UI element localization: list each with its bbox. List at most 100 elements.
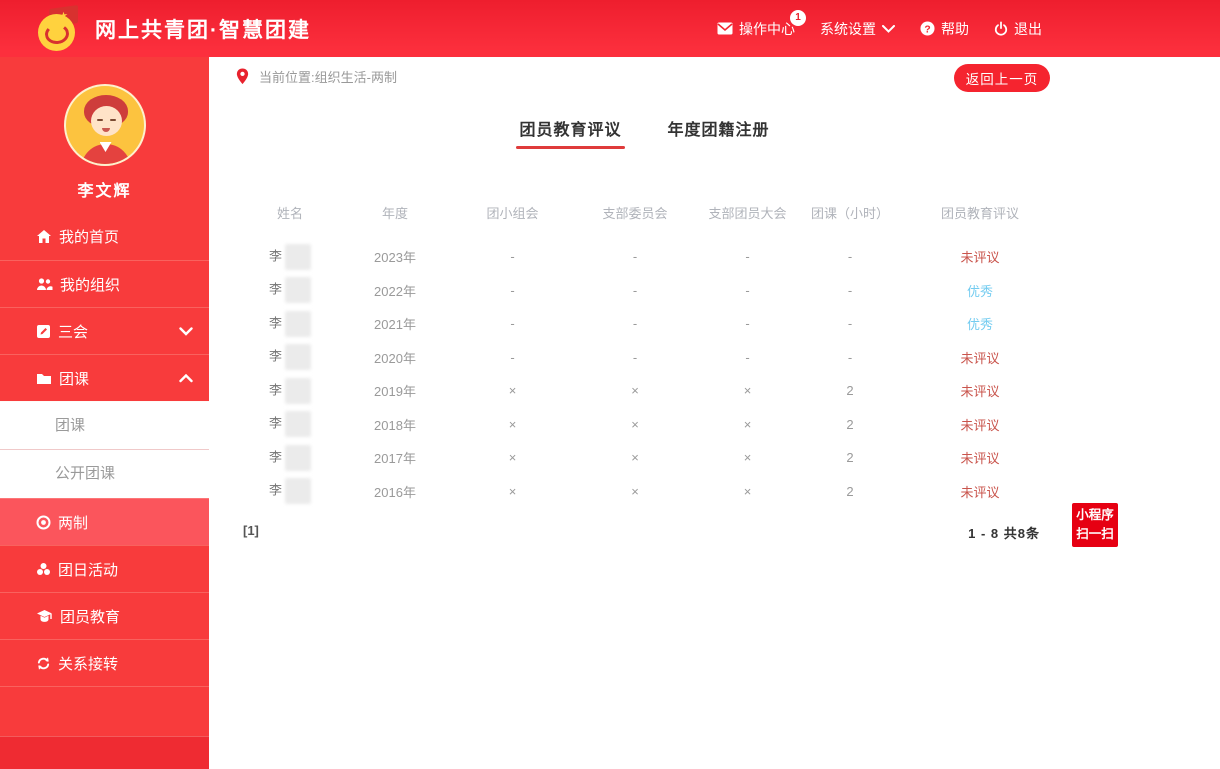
- table-row: 李 2019年 × × × 2 未评议: [240, 374, 1060, 408]
- tab-member-education-evaluation[interactable]: 团员教育评议: [516, 116, 625, 149]
- group-meeting-cell: -: [510, 349, 515, 365]
- chevron-up-icon: [179, 373, 193, 383]
- question-icon: ?: [920, 21, 935, 36]
- branch-assembly-cell: ×: [743, 450, 752, 466]
- evaluation-value: 未评议: [960, 384, 1000, 400]
- power-icon: [994, 21, 1008, 36]
- name-text: 李: [268, 449, 282, 465]
- branch-assembly-cell: -: [745, 249, 750, 265]
- class-hours-cell: -: [847, 282, 853, 298]
- column-header: 团员教育评议: [940, 205, 1019, 221]
- back-button[interactable]: 返回上一页: [954, 64, 1050, 92]
- tab-annual-registration[interactable]: 年度团籍注册: [668, 116, 770, 149]
- column-header: 姓名: [276, 205, 303, 221]
- name-cell: 李: [240, 444, 340, 471]
- header-nav: 操作中心 1 系统设置 ? 帮助 退出: [717, 0, 1042, 57]
- group-icon: [36, 277, 53, 291]
- column-header: 支部委员会: [602, 205, 668, 221]
- breadcrumb-text: 当前位置:组织生活-两制: [259, 70, 397, 85]
- table-row: 李 2021年 - - - - 优秀: [240, 307, 1060, 341]
- league-logo-icon: ★: [36, 4, 82, 52]
- branch-committee-cell: -: [632, 282, 638, 298]
- name-cell: 李: [240, 377, 340, 404]
- sidebar-item-two-systems[interactable]: 两制: [0, 498, 209, 545]
- name-cell: 李: [240, 310, 340, 337]
- sidebar-item-label: 我的首页: [59, 229, 120, 246]
- nav-logout[interactable]: 退出: [994, 19, 1042, 39]
- sidebar-item-label: 团课: [59, 370, 90, 388]
- pagination-page-1[interactable]: [1]: [243, 523, 259, 538]
- tabs: 团员教育评议 年度团籍注册: [139, 116, 1150, 149]
- name-text: 李: [268, 315, 282, 331]
- branch-committee-cell: -: [632, 349, 638, 365]
- year-cell: 2017年: [374, 451, 416, 467]
- brand: ★ 网上共青团·智慧团建: [36, 4, 311, 52]
- evaluation-value: 未评议: [960, 417, 1000, 433]
- table-row: 李 2016年 × × × 2 未评议: [240, 475, 1060, 509]
- group-meeting-cell: -: [510, 249, 515, 265]
- branch-committee-cell: ×: [631, 483, 639, 499]
- nav-settings[interactable]: 系统设置: [820, 19, 895, 39]
- group-meeting-cell: ×: [508, 483, 517, 499]
- column-header: 支部团员大会: [708, 205, 787, 221]
- transfer-icon: [36, 656, 51, 671]
- notification-badge: 1: [790, 9, 806, 26]
- name-text: 李: [268, 415, 282, 431]
- mini-program-scan-badge[interactable]: 小程序 扫一扫: [1072, 503, 1118, 547]
- name-cell: 李: [240, 243, 340, 270]
- group-meeting-cell: ×: [508, 416, 517, 432]
- app-title: 网上共青团·智慧团建: [95, 18, 311, 42]
- name-cell: 李: [240, 344, 340, 371]
- home-icon: [36, 229, 52, 244]
- submenu-item-public-league-class[interactable]: 公开团课: [0, 450, 209, 498]
- sidebar: 李文辉 我的首页 我的组织 三会 团课 团课 公开团课 两制 团日活动 团员教育…: [0, 57, 209, 769]
- sidebar-item-label: 团日活动: [58, 561, 119, 579]
- sidebar-item-member-education[interactable]: 团员教育: [0, 592, 209, 639]
- sidebar-item-my-organization[interactable]: 我的组织: [0, 260, 209, 307]
- sidebar-menu: 我的首页 我的组织 三会 团课 团课 公开团课 两制 团日活动 团员教育 关系接…: [0, 213, 209, 733]
- year-cell: 2023年: [374, 250, 416, 266]
- redacted-name-blur: [285, 377, 311, 404]
- branch-committee-cell: ×: [631, 450, 639, 466]
- pagination-summary: 1 - 8 共8条: [968, 526, 1040, 541]
- table-row: 李 2020年 - - - - 未评议: [240, 341, 1060, 375]
- redacted-name-blur: [285, 243, 311, 270]
- redacted-name-blur: [285, 277, 311, 304]
- sidebar-item-label: 团员教育: [60, 608, 121, 626]
- avatar[interactable]: [63, 84, 146, 166]
- evaluation-value: 未评议: [960, 350, 1000, 366]
- name-cell: 李: [240, 411, 340, 438]
- app-header: ★ 网上共青团·智慧团建 操作中心 1 系统设置 ? 帮助: [0, 0, 1220, 57]
- submenu-item-league-class[interactable]: 团课: [0, 402, 209, 450]
- branch-committee-cell: -: [632, 249, 638, 265]
- year-cell: 2022年: [374, 283, 416, 299]
- sidebar-item-league-class[interactable]: 团课: [0, 354, 209, 401]
- main-content: 当前位置:组织生活-两制 返回上一页 团员教育评议 年度团籍注册 姓名 年度 团小组…: [209, 57, 1220, 769]
- chevron-down-icon: [882, 24, 895, 33]
- column-header: 年度: [381, 205, 408, 221]
- location-pin-icon: [235, 68, 250, 85]
- username: 李文辉: [77, 183, 132, 200]
- class-hours-cell: 2: [846, 383, 854, 399]
- svg-text:?: ?: [924, 24, 930, 35]
- table-row: 李 2017年 × × × 2 未评议: [240, 441, 1060, 475]
- sidebar-item-relationship-transfer[interactable]: 关系接转: [0, 639, 209, 686]
- sidebar-item-my-home[interactable]: 我的首页: [0, 213, 209, 260]
- target-icon: [36, 515, 51, 530]
- name-text: 李: [268, 281, 282, 297]
- mini-program-line2: 扫一扫: [1076, 527, 1114, 541]
- branch-committee-cell: ×: [631, 416, 639, 432]
- nav-action-center[interactable]: 操作中心 1: [717, 9, 806, 39]
- sidebar-item-league-day-activity[interactable]: 团日活动: [0, 545, 209, 592]
- branch-committee-cell: -: [632, 316, 638, 332]
- sidebar-spacer: [0, 686, 209, 733]
- name-cell: 李: [240, 277, 340, 304]
- sidebar-item-label: 关系接转: [58, 655, 119, 673]
- class-hours-cell: 2: [846, 450, 854, 466]
- name-text: 李: [268, 348, 282, 364]
- branch-assembly-cell: -: [745, 282, 750, 298]
- group-meeting-cell: -: [510, 316, 515, 332]
- sidebar-item-three-meetings[interactable]: 三会: [0, 307, 209, 354]
- nav-help[interactable]: ? 帮助: [920, 19, 969, 39]
- mini-program-line1: 小程序: [1076, 508, 1114, 523]
